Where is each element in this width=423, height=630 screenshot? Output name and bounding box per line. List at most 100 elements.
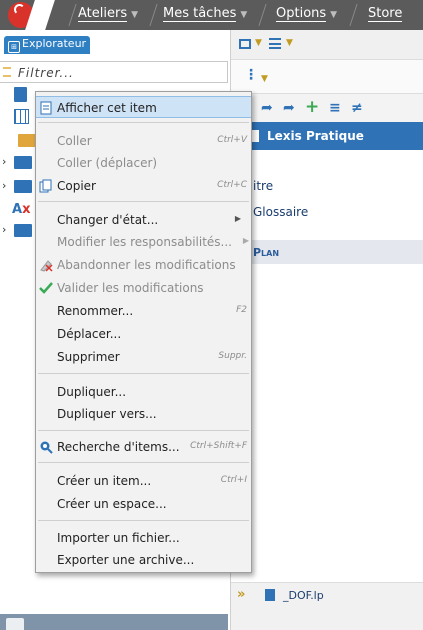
menu-afficher-item[interactable]: Afficher cet item xyxy=(36,96,251,118)
tab-explorateur-label: Explorateur xyxy=(22,37,87,50)
menu-label: Changer d'état... xyxy=(57,213,159,227)
menu-shortcut: Ctrl+Shift+F xyxy=(190,441,247,451)
menu-label: Exporter une archive... xyxy=(57,553,195,567)
menu-label: Créer un espace... xyxy=(57,497,167,511)
chevron-down-icon: ▼ xyxy=(330,10,338,20)
menu-label: Coller xyxy=(57,134,92,148)
navigation-toolbar: ➦ ➦ + ≡ ≠ xyxy=(231,94,423,122)
menu-options-label: Options xyxy=(276,6,327,22)
menu-label: Supprimer xyxy=(57,350,120,364)
menu-coller[interactable]: Coller Ctrl+V xyxy=(36,130,251,152)
chevron-right-icon[interactable]: › xyxy=(2,223,6,236)
menu-divider xyxy=(38,520,249,521)
filter-placeholder: Filtrer... xyxy=(18,66,74,80)
menu-label: Copier xyxy=(57,179,96,193)
plan-section[interactable]: Plan xyxy=(231,240,423,264)
open-docs-bar: » _DOF.lp xyxy=(231,582,423,630)
menu-separator xyxy=(349,4,358,26)
folder-icon xyxy=(14,224,32,237)
menu-label: Coller (déplacer) xyxy=(57,156,158,170)
tab-explorateur[interactable]: ⊞ Explorateur xyxy=(4,36,91,54)
forward-icon[interactable]: ➦ xyxy=(283,100,295,116)
menu-label: Importer un fichier... xyxy=(57,531,180,545)
menu-options[interactable]: Options ▼ xyxy=(276,6,338,22)
document-icon xyxy=(265,589,275,601)
menu-renommer[interactable]: Renommer... F2 xyxy=(36,300,251,322)
open-doc-tab[interactable]: _DOF.lp xyxy=(283,589,324,602)
table-icon xyxy=(14,109,29,124)
menu-divider xyxy=(38,373,249,374)
menu-coller-deplacer[interactable]: Coller (déplacer) xyxy=(36,152,251,174)
menu-divider xyxy=(38,122,249,123)
menu-label: Dupliquer vers... xyxy=(57,407,157,421)
document-header: Lexis Pratique xyxy=(231,122,423,150)
filter-input[interactable]: Filtrer... xyxy=(0,61,228,83)
menu-shortcut: Ctrl+I xyxy=(220,475,247,485)
menu-dupliquer-vers[interactable]: Dupliquer vers... xyxy=(36,403,251,425)
add-icon[interactable]: + xyxy=(305,97,319,117)
menu-label: Créer un item... xyxy=(57,474,152,488)
menu-importer-fichier[interactable]: Importer un fichier... xyxy=(36,527,251,549)
toc-link-glossaire[interactable]: Glossaire xyxy=(253,205,308,219)
menu-label: Déplacer... xyxy=(57,327,122,341)
menu-mes-taches[interactable]: Mes tâches ▼ xyxy=(163,6,248,22)
menu-recherche-items[interactable]: Recherche d'items... Ctrl+Shift+F xyxy=(36,436,251,458)
view-icon[interactable] xyxy=(239,39,251,49)
copy-icon xyxy=(39,179,52,193)
view-toolbar: ▼ ▼ xyxy=(231,30,423,60)
menu-mes-taches-label: Mes tâches xyxy=(163,6,237,22)
menu-store[interactable]: Store xyxy=(368,6,403,22)
menu-modifier-responsabilites[interactable]: Modifier les responsabilités... ▶ xyxy=(36,231,251,253)
folder-icon xyxy=(14,156,32,169)
menu-label: Recherche d'items... xyxy=(57,440,180,454)
menu-label: Modifier les responsabilités... xyxy=(57,235,232,249)
menu-label: Dupliquer... xyxy=(57,385,127,399)
list-icon[interactable] xyxy=(6,618,24,630)
chevron-down-icon[interactable]: ▼ xyxy=(286,38,293,48)
chevron-down-icon[interactable]: ▼ xyxy=(261,74,268,84)
chevron-down-icon: ▼ xyxy=(240,10,248,20)
menu-shortcut: F2 xyxy=(236,305,247,315)
discard-icon xyxy=(40,260,53,272)
menu-divider xyxy=(38,201,249,202)
menu-abandonner-modifications[interactable]: Abandonner les modifications xyxy=(36,254,251,276)
menu-changer-etat[interactable]: Changer d'état... ▶ xyxy=(36,209,251,231)
logo-swirl xyxy=(14,4,25,15)
document-icon xyxy=(14,87,27,102)
double-chevron-down-icon[interactable]: » xyxy=(237,587,245,602)
document-panel: ▼ ▼ ⋮ ▼ ➦ ➦ + ≡ ≠ Lexis Pratique itre Gl… xyxy=(230,30,423,630)
left-bottom-bar xyxy=(0,614,228,630)
document-title: Lexis Pratique xyxy=(267,129,364,143)
menu-creer-espace[interactable]: Créer un espace... xyxy=(36,493,251,515)
menu-separator xyxy=(68,4,77,26)
chevron-right-icon[interactable]: › xyxy=(2,155,6,168)
context-menu: Afficher cet item Coller Ctrl+V Coller (… xyxy=(35,91,252,573)
menu-shortcut: Suppr. xyxy=(218,351,247,361)
ax-icon: Ax xyxy=(12,202,31,217)
menu-ateliers[interactable]: Ateliers ▼ xyxy=(78,6,138,22)
menu-shortcut: Ctrl+V xyxy=(217,135,247,145)
menu-exporter-archive[interactable]: Exporter une archive... xyxy=(36,549,251,571)
menu-divider xyxy=(38,462,249,463)
search-icon xyxy=(40,441,53,454)
menu-copier[interactable]: Copier Ctrl+C xyxy=(36,175,251,197)
toc-link-titre[interactable]: itre xyxy=(253,179,273,193)
menu-valider-modifications[interactable]: Valider les modifications xyxy=(36,277,251,299)
more-vertical-icon[interactable]: ⋮ xyxy=(244,68,258,82)
menu-dupliquer[interactable]: Dupliquer... xyxy=(36,381,251,403)
align-icon[interactable]: ≡ xyxy=(329,100,341,116)
lines-icon[interactable] xyxy=(269,38,281,49)
menu-deplacer[interactable]: Déplacer... xyxy=(36,323,251,345)
more-options-bar: ⋮ ▼ xyxy=(231,60,423,94)
submenu-arrow-icon: ▶ xyxy=(242,236,249,245)
menu-creer-item[interactable]: Créer un item... Ctrl+I xyxy=(36,470,251,492)
menu-separator xyxy=(258,4,267,26)
folder-icon xyxy=(18,134,36,147)
menu-shortcut: Ctrl+C xyxy=(217,180,247,190)
menu-label: Renommer... xyxy=(57,304,134,318)
menu-supprimer[interactable]: Supprimer Suppr. xyxy=(36,346,251,368)
not-equal-icon[interactable]: ≠ xyxy=(351,100,363,116)
back-icon[interactable]: ➦ xyxy=(261,100,273,116)
chevron-down-icon[interactable]: ▼ xyxy=(255,38,262,48)
chevron-right-icon[interactable]: › xyxy=(2,179,6,192)
